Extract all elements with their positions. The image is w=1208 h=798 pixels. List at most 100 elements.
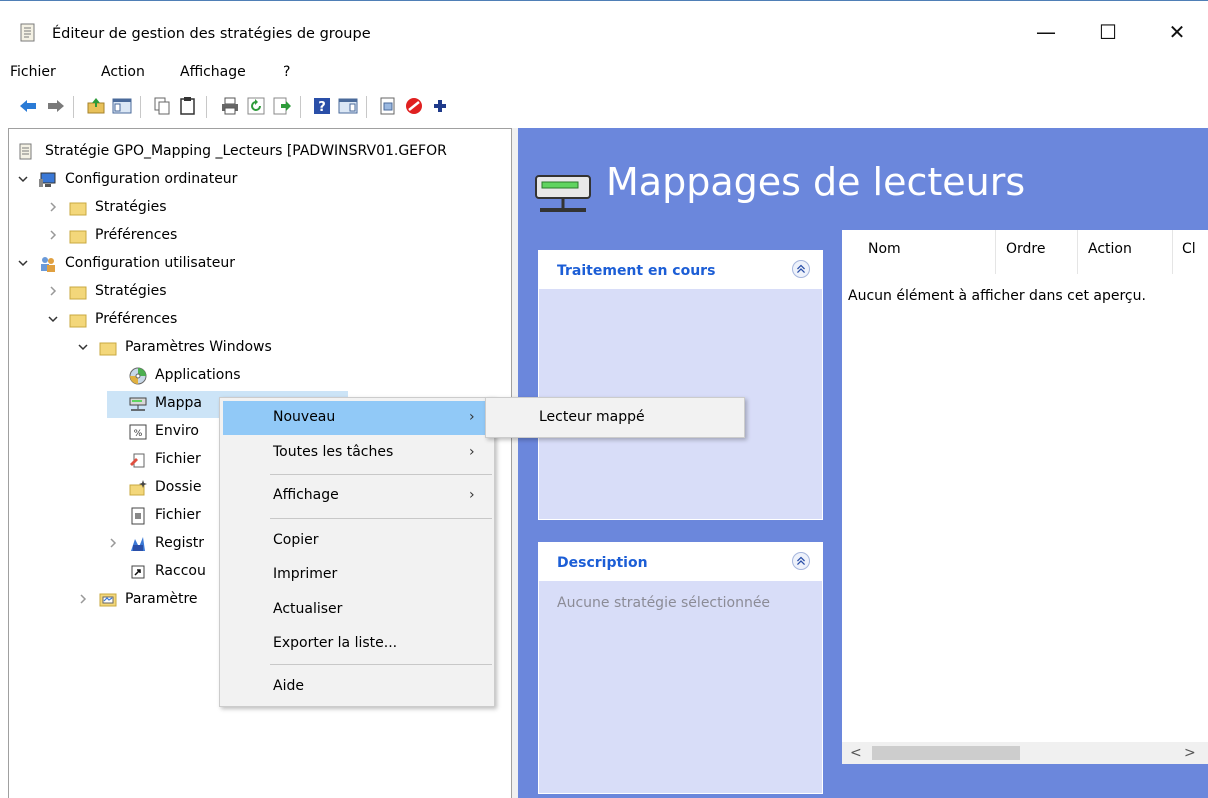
add-icon[interactable] xyxy=(430,96,450,116)
folder-sparkle-icon xyxy=(129,480,147,496)
menu-fichier[interactable]: Fichier xyxy=(10,64,56,80)
menu-item-label: Imprimer xyxy=(273,566,338,582)
back-arrow-icon[interactable] xyxy=(18,96,38,116)
chevron-down-icon[interactable] xyxy=(47,313,59,325)
paste-icon[interactable] xyxy=(178,96,198,116)
toolbar-separator xyxy=(140,96,141,118)
result-pane: Mappages de lecteurs Traitement en cours… xyxy=(518,128,1208,798)
description-panel-header: Description xyxy=(539,543,822,581)
tree-label: Enviro xyxy=(155,423,199,439)
collapse-icon[interactable] xyxy=(792,260,810,278)
tree-label: Paramètres Windows xyxy=(125,339,272,355)
maximize-button[interactable]: ☐ xyxy=(1085,15,1131,49)
menu-action[interactable]: Action xyxy=(101,64,145,80)
menu-item-actualiser[interactable]: Actualiser xyxy=(223,593,491,627)
menu-item-label: Lecteur mappé xyxy=(539,409,645,425)
environment-icon: % xyxy=(129,424,147,440)
menu-item-aide[interactable]: Aide xyxy=(223,670,491,704)
tree-label: Raccou xyxy=(155,563,206,579)
menu-affichage[interactable]: Affichage xyxy=(180,64,246,80)
forward-arrow-icon[interactable] xyxy=(46,96,66,116)
menu-item-copier[interactable]: Copier xyxy=(223,524,491,558)
tree-label: Registr xyxy=(155,535,205,551)
description-panel: Description Aucune stratégie sélectionné… xyxy=(538,542,823,794)
svg-text:?: ? xyxy=(318,100,326,115)
tree-label: Préférences xyxy=(95,227,178,243)
up-folder-icon[interactable] xyxy=(86,96,106,116)
toolbar-separator xyxy=(300,96,301,118)
horizontal-scrollbar[interactable]: < > xyxy=(842,742,1208,764)
title-bar: Éditeur de gestion des stratégies de gro… xyxy=(0,0,1208,56)
show-hide-tree-icon[interactable] xyxy=(112,96,132,116)
show-hide-action-pane-icon[interactable] xyxy=(338,96,358,116)
empty-list-message: Aucun élément à afficher dans cet aperçu… xyxy=(848,288,1146,304)
menu-help[interactable]: ? xyxy=(283,64,290,80)
export-list-icon[interactable] xyxy=(272,96,292,116)
column-separator[interactable] xyxy=(1172,230,1173,274)
folder-icon xyxy=(69,202,87,216)
control-panel-icon xyxy=(99,593,117,607)
close-button[interactable]: ✕ xyxy=(1154,15,1200,49)
mapped-drive-icon xyxy=(535,175,591,212)
toolbar-separator xyxy=(206,96,207,118)
tree-label: Configuration utilisateur xyxy=(65,255,236,271)
collapse-icon[interactable] xyxy=(792,552,810,570)
toolbar-separator xyxy=(73,96,74,118)
menu-item-affichage[interactable]: Affichage › xyxy=(223,479,491,513)
users-icon xyxy=(41,257,55,272)
properties-icon[interactable] xyxy=(378,96,398,116)
tree-label: Applications xyxy=(155,367,241,383)
menu-item-label: Exporter la liste... xyxy=(273,635,398,651)
column-separator[interactable] xyxy=(995,230,996,274)
scrollbar-thumb[interactable] xyxy=(872,746,1020,760)
registry-icon xyxy=(131,537,145,551)
chevron-right-icon[interactable] xyxy=(47,285,59,297)
shortcut-icon xyxy=(131,565,145,579)
menu-item-label: Aide xyxy=(273,678,304,694)
column-header-nom[interactable]: Nom xyxy=(868,241,901,257)
chevron-right-icon: › xyxy=(469,487,475,503)
chevron-right-icon[interactable] xyxy=(107,537,119,549)
minimize-button[interactable]: — xyxy=(1023,15,1069,49)
menu-item-label: Toutes les tâches xyxy=(273,444,394,460)
files-icon xyxy=(130,453,145,468)
menu-item-exporter-la-liste[interactable]: Exporter la liste... xyxy=(223,627,491,661)
tree-label: Configuration ordinateur xyxy=(65,171,238,187)
menu-item-toutes-les-taches[interactable]: Toutes les tâches › xyxy=(223,436,491,470)
scroll-right-arrow-icon[interactable]: > xyxy=(1184,745,1196,761)
context-menu: Nouveau › Toutes les tâches › Affichage … xyxy=(219,397,495,707)
menu-item-imprimer[interactable]: Imprimer xyxy=(223,558,491,592)
column-header-action[interactable]: Action xyxy=(1088,241,1132,257)
menu-separator xyxy=(270,664,492,665)
block-icon[interactable] xyxy=(404,96,424,116)
tree-label: Fichier xyxy=(155,507,201,523)
scroll-left-arrow-icon[interactable]: < xyxy=(850,745,862,761)
tree-label: Dossie xyxy=(155,479,202,495)
column-header-truncated[interactable]: Cl xyxy=(1182,241,1196,257)
help-icon[interactable]: ? xyxy=(312,96,332,116)
ini-file-icon xyxy=(131,507,145,525)
details-list-view[interactable]: Nom Ordre Action Cl Aucun élément à affi… xyxy=(842,230,1208,764)
chevron-down-icon[interactable] xyxy=(17,257,29,269)
chevron-right-icon[interactable] xyxy=(47,229,59,241)
menu-item-nouveau[interactable]: Nouveau › xyxy=(223,401,491,435)
column-separator[interactable] xyxy=(1077,230,1078,274)
print-icon[interactable] xyxy=(220,96,240,116)
menu-item-lecteur-mappe[interactable]: Lecteur mappé xyxy=(489,401,741,434)
refresh-icon[interactable] xyxy=(246,96,266,116)
chevron-right-icon[interactable] xyxy=(77,593,89,605)
chevron-right-icon[interactable] xyxy=(47,201,59,213)
page-title: Mappages de lecteurs xyxy=(606,160,1026,204)
copy-icon[interactable] xyxy=(152,96,172,116)
toolbar-separator xyxy=(366,96,367,118)
window-title: Éditeur de gestion des stratégies de gro… xyxy=(52,26,371,42)
column-header-ordre[interactable]: Ordre xyxy=(1006,241,1045,257)
svg-text:%: % xyxy=(134,429,143,439)
computer-icon xyxy=(39,172,56,187)
menu-separator xyxy=(270,518,492,519)
chevron-right-icon: › xyxy=(469,409,475,425)
menu-item-label: Nouveau xyxy=(273,409,336,425)
chevron-down-icon[interactable] xyxy=(77,341,89,353)
chevron-down-icon[interactable] xyxy=(17,173,29,185)
gpo-document-icon xyxy=(19,143,32,160)
